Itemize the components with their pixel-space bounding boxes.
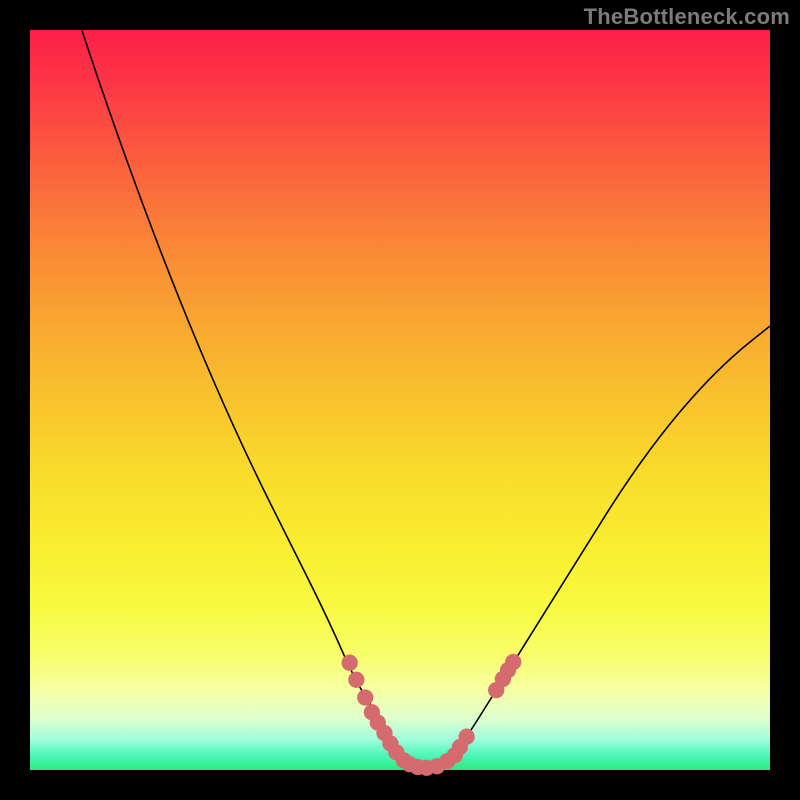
data-marker bbox=[342, 655, 358, 671]
data-marker bbox=[357, 689, 373, 705]
bottleneck-curve bbox=[82, 30, 770, 770]
chart-svg bbox=[30, 30, 770, 770]
data-marker bbox=[505, 654, 521, 670]
plot-area bbox=[30, 30, 770, 770]
data-marker bbox=[458, 729, 474, 745]
watermark-text: TheBottleneck.com bbox=[584, 4, 790, 30]
data-marker bbox=[348, 672, 364, 688]
chart-frame: TheBottleneck.com bbox=[0, 0, 800, 800]
